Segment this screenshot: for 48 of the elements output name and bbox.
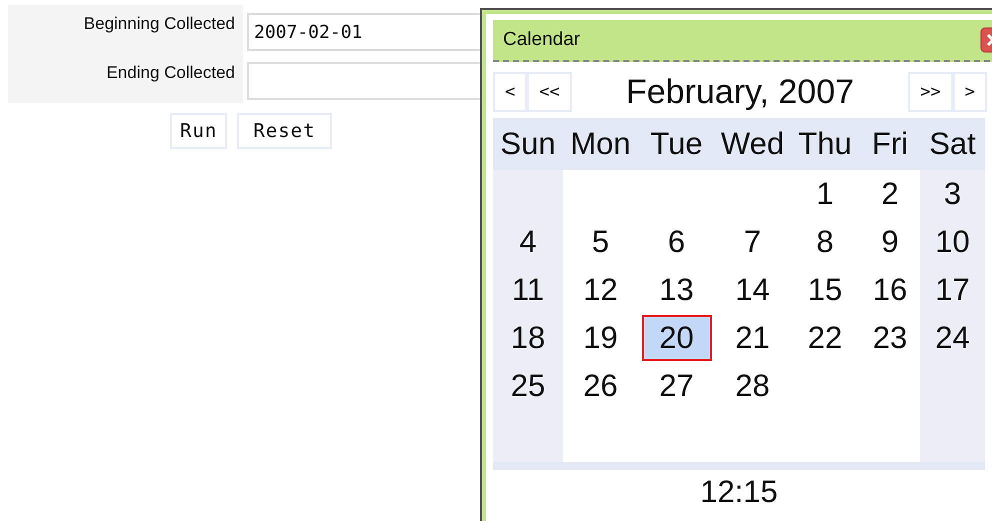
calendar-day[interactable]: 12 [583, 266, 618, 314]
calendar-day[interactable]: 21 [735, 314, 770, 362]
calendar-day[interactable]: 7 [744, 218, 762, 266]
calendar-day[interactable]: 15 [808, 266, 842, 314]
calendar-day[interactable]: 19 [583, 314, 618, 362]
calendar-day[interactable]: 8 [816, 218, 834, 266]
month-title: February, 2007 [624, 72, 856, 112]
calendar-day[interactable]: 13 [659, 266, 694, 314]
next-month-button[interactable]: > [952, 72, 987, 112]
weekday-header: Tue [638, 118, 715, 170]
calendar-day[interactable]: 28 [735, 362, 770, 410]
field-label: Beginning Collected [8, 5, 243, 54]
weekday-header: Sun [493, 118, 563, 170]
calendar-day[interactable]: 10 [935, 218, 970, 266]
weekday-header: Fri [860, 118, 920, 170]
next-year-button[interactable]: >> [908, 72, 953, 112]
input-field[interactable] [247, 62, 483, 100]
calendar-day[interactable]: 24 [935, 314, 970, 362]
calendar-day[interactable]: 16 [872, 266, 908, 314]
calendar-day[interactable]: 18 [510, 314, 546, 362]
calendar-day[interactable]: 1 [816, 170, 834, 218]
calendar-day[interactable]: 22 [808, 314, 842, 362]
calendar-day[interactable]: 6 [668, 218, 686, 266]
calendar-day[interactable]: 4 [519, 218, 537, 266]
weekday-header: Thu [790, 118, 860, 170]
weekday-header: Sat [920, 118, 985, 170]
calendar-day[interactable]: 9 [881, 218, 899, 266]
previous-month-button[interactable]: < [493, 72, 528, 112]
reset-button[interactable]: Reset [237, 113, 332, 149]
calendar-day[interactable]: 14 [735, 266, 770, 314]
calendar-day[interactable]: 5 [592, 218, 610, 266]
weekday-header: Wed [715, 118, 790, 170]
calendar-day[interactable]: 25 [510, 362, 546, 410]
weekday-header: Mon [563, 118, 638, 170]
calendar-day[interactable]: 20 [642, 315, 712, 361]
calendar-day[interactable]: 2 [881, 170, 899, 218]
window-title: Calendar [503, 29, 580, 51]
time-display: 12:15 [699, 473, 779, 510]
calendar-day[interactable]: 17 [935, 266, 970, 314]
run-button[interactable]: Run [170, 113, 228, 149]
calendar-day[interactable]: 11 [512, 266, 544, 314]
calendar-day[interactable]: 27 [659, 362, 694, 410]
calendar-day[interactable]: 3 [944, 170, 962, 218]
calendar-day[interactable]: 23 [872, 314, 908, 362]
calendar-day[interactable]: 26 [583, 362, 618, 410]
previous-year-button[interactable]: << [527, 72, 572, 112]
input-field[interactable]: 2007-02-01 [247, 13, 483, 51]
field-label: Ending Collected [8, 54, 243, 103]
